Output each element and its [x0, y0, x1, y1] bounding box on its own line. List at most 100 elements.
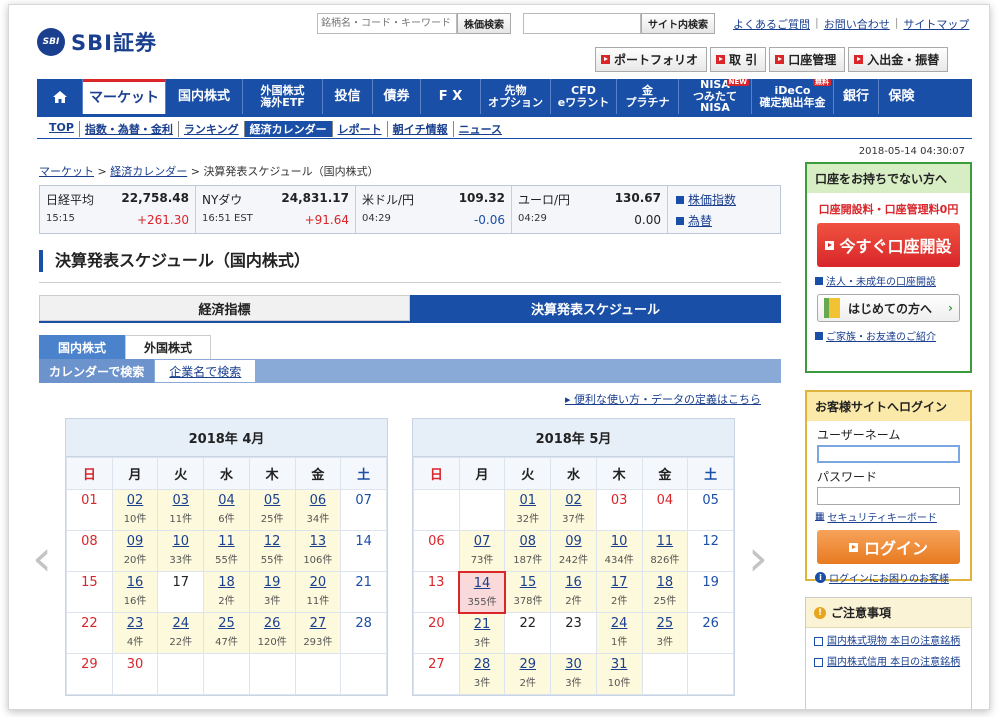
calendar-week: 13 14 355件 15 378件 16 2件 17 2件 18 25件 19	[413, 570, 734, 614]
password-input[interactable]	[817, 487, 960, 505]
faq-link[interactable]: よくあるご質問	[733, 16, 810, 32]
calendar-day[interactable]: 23 4件	[111, 612, 159, 654]
beginner-button[interactable]: はじめての方へ ›	[817, 294, 960, 322]
notice-link[interactable]: 国内株式信用 本日の注意銘柄	[806, 649, 971, 670]
stock-search-input[interactable]	[317, 13, 457, 34]
calendar-title: 2018年 5月	[413, 419, 734, 457]
stock-search-button[interactable]: 株価検索	[457, 13, 511, 34]
nav-cfd[interactable]: CFD eワラント	[551, 79, 617, 114]
calendar-day[interactable]: 17 2件	[595, 571, 643, 613]
nav-nisa[interactable]: NISA つみたてNISA NEW	[679, 78, 752, 114]
next-month-arrow[interactable]: ›	[747, 533, 769, 583]
calendar-day[interactable]: 02 10件	[111, 489, 159, 531]
calendar-day[interactable]: 03 11件	[157, 489, 205, 531]
account-manage-button[interactable]: 口座管理	[769, 47, 846, 72]
calendar-day[interactable]: 11 55件	[203, 530, 250, 572]
subnav-calendar[interactable]: 経済カレンダー	[244, 121, 333, 137]
calendar-day[interactable]: 13 106件	[294, 530, 342, 572]
breadcrumb-calendar[interactable]: 経済カレンダー	[110, 165, 187, 178]
subnav-indices[interactable]: 指数・為替・金利	[80, 121, 179, 137]
tab-domestic[interactable]: 国内株式	[39, 335, 126, 359]
tab-economic-indicators[interactable]: 経済指標	[39, 295, 410, 321]
calendar-day[interactable]: 20 11件	[294, 571, 342, 613]
sitemap-link[interactable]: サイトマップ	[903, 16, 969, 32]
calendar-day[interactable]: 31 10件	[595, 653, 643, 695]
subnav-top[interactable]: TOP	[49, 121, 80, 137]
subnav-morning[interactable]: 朝イチ情報	[388, 121, 454, 137]
calendar-day[interactable]: 18 2件	[203, 571, 250, 613]
calendar-day[interactable]: 04 6件	[203, 489, 250, 531]
breadcrumb-market[interactable]: マーケット	[39, 165, 94, 178]
open-account-button[interactable]: 今すぐ口座開設	[817, 223, 960, 267]
subnav-report[interactable]: レポート	[333, 121, 388, 137]
calendar-day[interactable]: 16 16件	[111, 571, 159, 613]
calendar-day[interactable]: 24 22件	[157, 612, 205, 654]
nav-fx[interactable]: F X	[421, 79, 481, 114]
day-number: 31	[610, 657, 628, 672]
calendar-day[interactable]: 19 3件	[248, 571, 296, 613]
nav-gold[interactable]: 金 プラチナ	[617, 79, 679, 114]
portfolio-button[interactable]: ポートフォリオ	[595, 47, 708, 72]
calendar-day[interactable]: 27 293件	[294, 612, 342, 654]
calendar-day[interactable]: 25 3件	[641, 612, 689, 654]
calendar-day[interactable]: 01 32件	[504, 489, 552, 531]
login-button[interactable]: ログイン	[817, 530, 960, 564]
calendar-day[interactable]: 12 55件	[248, 530, 296, 572]
calendar-day[interactable]: 10 33件	[157, 530, 205, 572]
calendar-day[interactable]: 21 3件	[458, 612, 506, 654]
calendar-day[interactable]: 09 20件	[111, 530, 159, 572]
nav-market[interactable]: マーケット	[83, 79, 166, 114]
trade-button[interactable]: 取 引	[710, 47, 767, 72]
calendar-day[interactable]: 18 25件	[641, 571, 689, 613]
subnav-news[interactable]: ニュース	[454, 121, 507, 137]
calendar-day[interactable]: 28 3件	[458, 653, 506, 695]
help-link[interactable]: ▸ 便利な使い方・データの定義はこちら	[565, 391, 761, 407]
calendar-day[interactable]: 26 120件	[248, 612, 296, 654]
calendar-day[interactable]: 02 37件	[550, 489, 597, 531]
index-link[interactable]: 株価指数	[676, 191, 736, 208]
calendar-day[interactable]: 30 3件	[550, 653, 597, 695]
notice-link[interactable]: 国内株式現物 本日の注意銘柄	[806, 628, 971, 649]
calendar-day[interactable]: 08 187件	[504, 530, 552, 572]
sbi-logo[interactable]: SBI SBI証券	[37, 27, 157, 57]
calendar-day[interactable]: 25 47件	[203, 612, 250, 654]
nav-futures[interactable]: 先物 オプション	[481, 79, 551, 114]
calendar-day[interactable]: 07 73件	[458, 530, 506, 572]
calendar-day[interactable]: 29 2件	[504, 653, 552, 695]
family-link[interactable]: ご家族・お友達のご紹介	[807, 328, 970, 343]
prev-month-arrow[interactable]: ‹	[31, 533, 53, 583]
corp-account-link[interactable]: 法人・未成年の口座開設	[807, 273, 970, 288]
username-input[interactable]	[817, 445, 960, 463]
contact-link[interactable]: お問い合わせ	[824, 16, 890, 32]
calendar-search-tab[interactable]: カレンダーで検索	[39, 359, 155, 383]
nav-insurance[interactable]: 保険	[879, 79, 924, 114]
calendar-day[interactable]: 16 2件	[550, 571, 597, 613]
company-search-link[interactable]: 企業名で検索	[154, 359, 257, 383]
site-search-button[interactable]: サイト内検索	[641, 13, 715, 34]
calendar-day[interactable]: 09 242件	[550, 530, 597, 572]
security-keyboard-link[interactable]: ▦ セキュリティキーボード	[807, 509, 970, 524]
nav-ideco[interactable]: iDeCo 確定拠出年金 無料	[752, 78, 834, 114]
tab-earnings-schedule[interactable]: 決算発表スケジュール	[410, 295, 781, 321]
nav-domestic-stock[interactable]: 国内株式	[166, 79, 243, 114]
nav-foreign-stock[interactable]: 外国株式 海外ETF	[243, 79, 323, 114]
login-help-link[interactable]: i ログインにお困りのお客様	[807, 570, 970, 585]
calendar-day[interactable]: 15 378件	[504, 571, 552, 613]
nav-bank[interactable]: 銀行	[834, 79, 879, 114]
calendar-day[interactable]: 11 826件	[641, 530, 689, 572]
login-box: お客様サイトへログイン ユーザーネーム パスワード ▦ セキュリティキーボード ロ…	[805, 390, 972, 585]
nav-home[interactable]	[37, 79, 83, 114]
nav-funds[interactable]: 投信	[323, 79, 373, 114]
deposit-button[interactable]: 入出金・振替	[848, 47, 949, 72]
nav-bonds[interactable]: 債券	[373, 79, 421, 114]
calendar-day[interactable]: 05 25件	[248, 489, 296, 531]
earnings-count: 2件	[519, 678, 536, 689]
subnav-ranking[interactable]: ランキング	[179, 121, 245, 137]
calendar-day[interactable]: 06 34件	[294, 489, 342, 531]
calendar-day[interactable]: 24 1件	[595, 612, 643, 654]
fx-link[interactable]: 為替	[676, 212, 736, 229]
tab-foreign[interactable]: 外国株式	[125, 335, 212, 359]
site-search-input[interactable]	[523, 13, 641, 34]
calendar-day[interactable]: 14 355件	[458, 570, 506, 614]
calendar-day[interactable]: 10 434件	[595, 530, 643, 572]
